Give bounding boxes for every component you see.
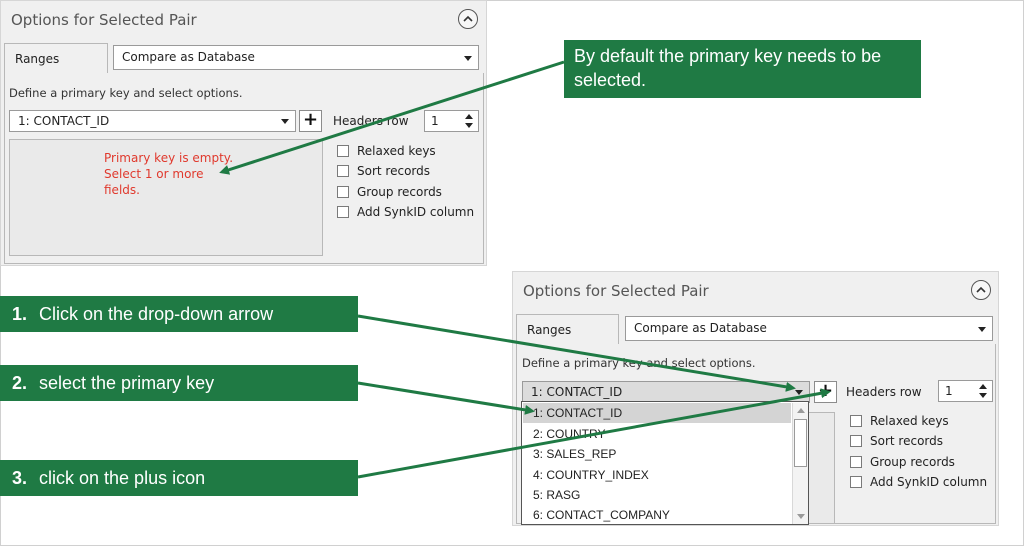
arrow-to-plus [357,388,831,479]
arrow-to-key-area [219,60,565,175]
arrow-to-dropdown [357,314,796,392]
arrow-to-first-item [357,381,535,415]
annotation-arrows [219,60,831,479]
